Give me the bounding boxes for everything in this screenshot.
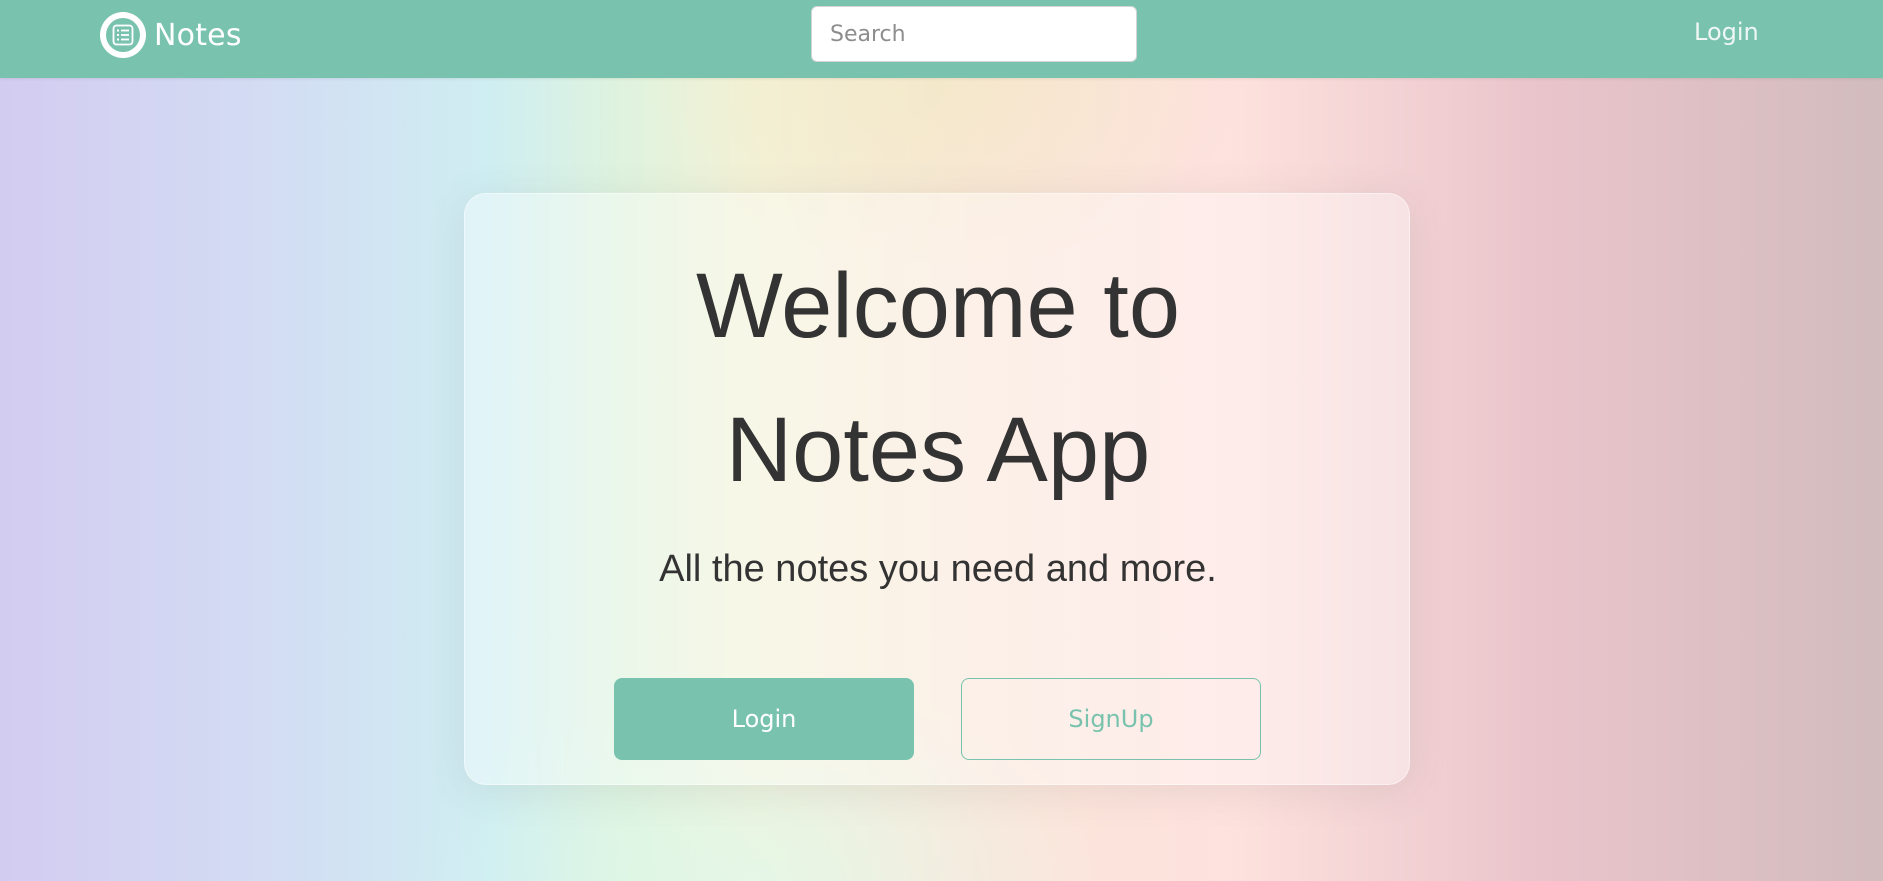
search-input[interactable] <box>811 6 1137 62</box>
tagline: All the notes you need and more. <box>659 548 1217 590</box>
welcome-card: Welcome to Notes App All the notes you n… <box>464 193 1410 785</box>
page-title: Welcome to Notes App <box>465 234 1411 522</box>
navbar: Notes Login <box>0 0 1883 78</box>
login-button[interactable]: Login <box>614 678 914 760</box>
list-icon <box>106 18 140 52</box>
title-line-1: Welcome to <box>695 255 1181 357</box>
brand-link[interactable]: Notes <box>100 12 242 58</box>
logo <box>100 12 146 58</box>
title-line-2: Notes App <box>725 399 1151 501</box>
nav-login-link[interactable]: Login <box>1694 18 1759 46</box>
signup-button[interactable]: SignUp <box>961 678 1261 760</box>
brand-name: Notes <box>154 17 242 53</box>
